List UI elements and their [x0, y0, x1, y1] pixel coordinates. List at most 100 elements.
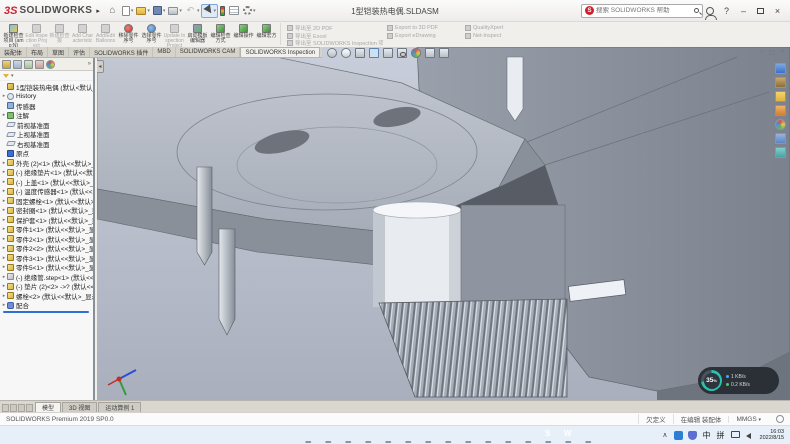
doc-restore-icon[interactable]: ▢	[769, 49, 775, 56]
document-tab[interactable]: 运动算例 1	[98, 402, 141, 412]
home-icon[interactable]: ⌂	[106, 4, 120, 17]
ribbon-button[interactable]: 选择零件序号	[140, 23, 163, 47]
search-icon[interactable]	[694, 8, 699, 13]
onedrive-icon[interactable]	[441, 428, 454, 443]
print-icon[interactable]: ▾	[167, 6, 183, 16]
doc-close-icon[interactable]: ×	[780, 49, 784, 56]
tree-item[interactable]: ▸ 零件2<2> (默认<<默认>_显示状态	[1, 244, 93, 254]
ribbon-tab[interactable]: 草图	[48, 47, 69, 57]
tree-item[interactable]: ▸ (-) 垫片 (2)<2> ->? (默认<<默认	[1, 282, 93, 292]
store-icon[interactable]	[421, 428, 434, 443]
tree-item[interactable]: ▸ (-) 上盖<1> (默认<<默认>_显示状	[1, 177, 93, 187]
ribbon-tab[interactable]: 布局	[27, 47, 48, 57]
featuremanager-tab-icon[interactable]	[2, 60, 11, 69]
hide-show-items-icon[interactable]	[397, 48, 407, 58]
panel-tabs-overflow-icon[interactable]: »	[88, 61, 91, 67]
recorder-overlay[interactable]: 35% 1 KB/s 0.2 KB/s	[698, 367, 779, 394]
file-properties-icon[interactable]	[228, 5, 241, 16]
zoom-area-icon[interactable]	[341, 48, 351, 58]
ribbon-tab[interactable]: 评估	[69, 47, 90, 57]
new-file-icon[interactable]: ▾	[121, 5, 135, 17]
tree-item[interactable]: ▸ (-) 绝缘垫片<1> (默认<<默认>_显	[1, 168, 93, 178]
red-app-icon[interactable]	[581, 428, 594, 443]
export-button[interactable]: QualityXpert	[465, 25, 525, 32]
search-input[interactable]	[596, 7, 692, 14]
menu-flyout-icon[interactable]: ▸	[96, 7, 100, 15]
filter-caret-icon[interactable]: ▾	[11, 73, 14, 79]
tree-item[interactable]: ▸ 零件2<1> (默认<<默认>_显示状态	[1, 234, 93, 244]
units-selector[interactable]: MMGS ▾	[728, 416, 768, 423]
file-explorer-icon[interactable]	[381, 428, 394, 443]
task-view-icon[interactable]	[341, 428, 354, 443]
export-button[interactable]: Export eDrawing	[387, 33, 461, 40]
tree-item[interactable]: ▸ (-) 绝缘管.step<1> (默认<<默认	[1, 272, 93, 282]
pinwheel-icon[interactable]	[481, 428, 494, 443]
start-icon[interactable]	[301, 428, 314, 443]
design-library-tab-icon[interactable]	[775, 77, 786, 88]
ribbon-tab[interactable]: MBD	[153, 47, 175, 57]
monitor-app-icon[interactable]	[521, 428, 534, 443]
ribbon-button[interactable]: 编辑宏方	[255, 23, 278, 47]
dimxpertmanager-tab-icon[interactable]	[35, 60, 44, 69]
appearances-tab-icon[interactable]	[775, 119, 786, 130]
tree-filter[interactable]: ▾	[0, 71, 93, 81]
file-explorer-tab-icon[interactable]	[775, 91, 786, 102]
tree-item[interactable]: ▸ 零件1<1> (默认<<默认>_显示状态	[1, 225, 93, 235]
ribbon-button[interactable]: 编辑检查方式	[209, 23, 232, 47]
options-gear-icon[interactable]: ▾	[242, 5, 257, 16]
view-settings-icon[interactable]	[439, 48, 449, 58]
ribbon-button[interactable]: Add Characteristic	[71, 23, 94, 47]
resources-tab-icon[interactable]	[775, 63, 786, 74]
configurationmanager-tab-icon[interactable]	[24, 60, 33, 69]
tray-overflow-icon[interactable]: ∧	[662, 431, 667, 439]
section-view-icon[interactable]	[355, 48, 365, 58]
wechat-icon[interactable]	[461, 428, 474, 443]
ribbon-button[interactable]: 编辑操作	[232, 23, 255, 47]
ribbon-tab[interactable]: 装配体	[0, 47, 27, 57]
mail-icon[interactable]	[401, 428, 414, 443]
tree-item[interactable]: ▸ 保护套<1> (默认<<默认>_显示状态	[1, 215, 93, 225]
save-icon[interactable]: ▾	[152, 5, 167, 16]
edit-appearance-icon[interactable]	[411, 48, 421, 58]
dropdown-caret-icon[interactable]: ▾	[147, 8, 150, 14]
ribbon-tab[interactable]: SOLIDWORKS 插件	[90, 47, 153, 57]
tree-item[interactable]: ▸ 密封圈<1> (默认<<默认>_显示状态	[1, 206, 93, 216]
ribbon-tab[interactable]: SOLIDWORKS CAM	[176, 47, 241, 57]
display-style-icon[interactable]	[383, 48, 393, 58]
propertymanager-tab-icon[interactable]	[13, 60, 22, 69]
tree-item[interactable]: 1型铠装热电偶 (默认<默认_显示状态-1	[1, 82, 93, 92]
export-button[interactable]: Export to 3D PDF	[387, 25, 461, 32]
security-shield-icon[interactable]	[688, 431, 697, 440]
tree-item[interactable]: ▸ 零件5<1> (默认<<默认>_显示状态	[1, 263, 93, 273]
tree-item[interactable]: 传感器	[1, 101, 93, 111]
graphics-area[interactable]: – ▢ × ◂ 35% 1 KB/s 0.2 KB/	[97, 47, 790, 400]
apply-scene-icon[interactable]	[425, 48, 435, 58]
tree-item[interactable]: ▸ (-) 温度传感器<1> (默认<<默认>_	[1, 187, 93, 197]
ime-language-indicator[interactable]: 中	[703, 430, 711, 441]
search-icon[interactable]	[321, 428, 334, 443]
close-button[interactable]: ×	[769, 3, 786, 19]
tree-item[interactable]: ▸ 螺栓<2> (默认<<默认>_显示状态	[1, 291, 93, 301]
ribbon-button[interactable]: 启动模板编辑器	[186, 23, 209, 47]
ime-pinyin-indicator[interactable]: 拼	[717, 430, 725, 441]
help-button[interactable]: ?	[718, 3, 735, 19]
ribbon-button[interactable]: Add/Edit Balloons	[94, 23, 117, 47]
status-options-icon[interactable]	[776, 415, 784, 423]
zoom-fit-icon[interactable]	[327, 48, 337, 58]
ribbon-button[interactable]: 移除零件序号	[117, 23, 140, 47]
word-icon[interactable]: W	[561, 428, 574, 443]
dropdown-caret-icon[interactable]: ▾	[131, 8, 134, 14]
doc-minimize-icon[interactable]: –	[759, 49, 762, 56]
forum-tab-icon[interactable]	[775, 147, 786, 158]
green-s-app-icon[interactable]: S	[541, 428, 554, 443]
document-tab[interactable]: 模型	[35, 402, 61, 412]
tree-item[interactable]: 右视基准面	[1, 139, 93, 149]
ribbon-button[interactable]: Edit Inspection Project	[25, 23, 48, 47]
tree-item[interactable]: 前视基准面	[1, 120, 93, 130]
rollback-bar[interactable]	[3, 311, 89, 313]
tree-item[interactable]: 原点	[1, 149, 93, 159]
restore-button[interactable]	[752, 3, 769, 19]
open-file-icon[interactable]: ▾	[135, 6, 151, 16]
tree-item[interactable]: 上视基准面	[1, 130, 93, 140]
select-cursor-icon[interactable]: ▾	[201, 4, 218, 18]
